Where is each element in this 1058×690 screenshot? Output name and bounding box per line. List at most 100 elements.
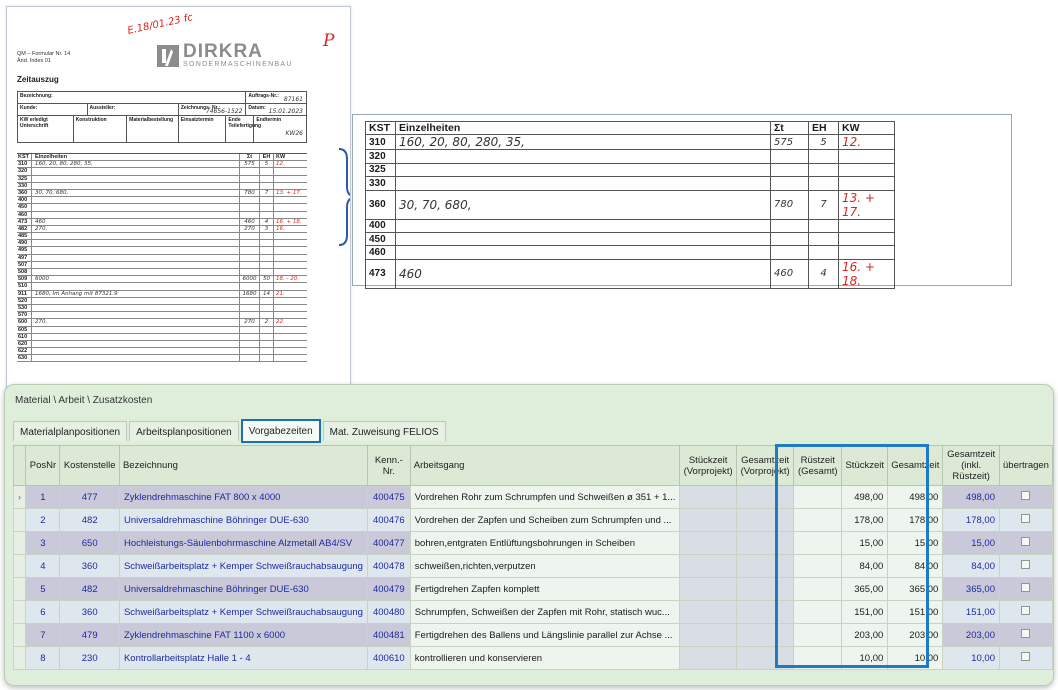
- cell-posnr[interactable]: 7: [25, 623, 61, 647]
- col-bezeichnung[interactable]: Bezeichnung: [118, 445, 368, 486]
- cell-gesamtzeit[interactable]: 84,00: [887, 554, 944, 578]
- uebertragen-checkbox[interactable]: [1021, 583, 1031, 592]
- cell-posnr[interactable]: 4: [25, 554, 61, 578]
- cell-uebertragen[interactable]: [998, 554, 1053, 578]
- tab-materialplanpositionen[interactable]: Materialplanpositionen: [13, 421, 128, 441]
- cell-stueckzeit-vorprojekt[interactable]: [679, 485, 737, 509]
- cell-gesamtzeit-inkl-ruestzeit[interactable]: 84,00: [942, 554, 1000, 578]
- cell-gesamtzeit-vorprojekt[interactable]: [735, 623, 795, 647]
- cell-posnr[interactable]: 6: [25, 600, 61, 624]
- table-row[interactable]: 6 360 Schweißarbeitsplatz + Kemper Schweiß…: [12, 600, 1053, 624]
- cell-gesamtzeit-inkl-ruestzeit[interactable]: 178,00: [942, 508, 1000, 532]
- cell-posnr[interactable]: 1: [25, 485, 61, 509]
- cell-kostenstelle[interactable]: 482: [59, 508, 120, 532]
- row-indicator[interactable]: [12, 623, 27, 647]
- cell-kenn-nr[interactable]: 400481: [366, 623, 411, 647]
- cell-bezeichnung[interactable]: Zyklendrehmaschine FAT 800 x 4000: [118, 485, 368, 509]
- uebertragen-checkbox[interactable]: [1021, 629, 1031, 638]
- cell-gesamtzeit[interactable]: 15,00: [887, 531, 944, 555]
- cell-posnr[interactable]: 5: [25, 577, 61, 601]
- cell-kostenstelle[interactable]: 477: [59, 485, 120, 509]
- cell-arbeitsgang[interactable]: Fertigdrehen Zapfen komplett: [409, 577, 681, 601]
- cell-stueckzeit[interactable]: 498,00: [841, 485, 889, 509]
- cell-uebertragen[interactable]: [998, 623, 1053, 647]
- cell-kostenstelle[interactable]: 360: [59, 600, 120, 624]
- table-row[interactable]: 8 230 Kontrollarbeitsplatz Halle 1 - 4 4006…: [12, 646, 1053, 670]
- cell-gesamtzeit-vorprojekt[interactable]: [735, 577, 795, 601]
- cell-posnr[interactable]: 3: [25, 531, 61, 555]
- cell-ruestzeit-gesamt[interactable]: [793, 508, 843, 532]
- cell-gesamtzeit-inkl-ruestzeit[interactable]: 15,00: [942, 531, 1000, 555]
- cell-ruestzeit-gesamt[interactable]: [793, 485, 843, 509]
- cell-gesamtzeit-inkl-ruestzeit[interactable]: 151,00: [942, 600, 1000, 624]
- cell-stueckzeit-vorprojekt[interactable]: [679, 646, 737, 670]
- cell-bezeichnung[interactable]: Zyklendrehmaschine FAT 1100 x 6000: [118, 623, 368, 647]
- cell-kenn-nr[interactable]: 400478: [366, 554, 411, 578]
- cell-stueckzeit-vorprojekt[interactable]: [679, 531, 737, 555]
- cell-kenn-nr[interactable]: 400475: [366, 485, 411, 509]
- cell-gesamtzeit-vorprojekt[interactable]: [735, 646, 795, 670]
- cell-gesamtzeit-vorprojekt[interactable]: [735, 531, 795, 555]
- cell-gesamtzeit[interactable]: 10,00: [887, 646, 944, 670]
- table-row[interactable]: 5 482 Universaldrehmaschine Böhringer DUE-…: [12, 577, 1053, 601]
- cell-stueckzeit[interactable]: 203,00: [841, 623, 889, 647]
- uebertragen-checkbox[interactable]: [1021, 537, 1031, 546]
- cell-uebertragen[interactable]: [998, 508, 1053, 532]
- cell-gesamtzeit-inkl-ruestzeit[interactable]: 10,00: [942, 646, 1000, 670]
- uebertragen-checkbox[interactable]: [1021, 606, 1031, 615]
- cell-uebertragen[interactable]: [998, 485, 1053, 509]
- cell-stueckzeit[interactable]: 178,00: [841, 508, 889, 532]
- cell-arbeitsgang[interactable]: Vordrehen der Zapfen und Scheiben zum Sc…: [409, 508, 681, 532]
- col-uebertragen[interactable]: übertragen: [998, 445, 1053, 486]
- cell-stueckzeit-vorprojekt[interactable]: [679, 554, 737, 578]
- col-kostenstelle[interactable]: Kostenstelle: [59, 445, 120, 486]
- cell-kostenstelle[interactable]: 360: [59, 554, 120, 578]
- row-indicator[interactable]: [12, 508, 27, 532]
- table-row[interactable]: 3 650 Hochleistungs-Säulenbohrmaschine Alz…: [12, 531, 1053, 555]
- table-row[interactable]: 2 482 Universaldrehmaschine Böhringer DUE-…: [12, 508, 1053, 532]
- cell-ruestzeit-gesamt[interactable]: [793, 600, 843, 624]
- cell-uebertragen[interactable]: [998, 600, 1053, 624]
- col-arbeitsgang[interactable]: Arbeitsgang: [409, 445, 681, 486]
- cell-gesamtzeit-vorprojekt[interactable]: [735, 554, 795, 578]
- cell-stueckzeit-vorprojekt[interactable]: [679, 577, 737, 601]
- cell-bezeichnung[interactable]: Universaldrehmaschine Böhringer DUE-630: [118, 577, 368, 601]
- row-indicator[interactable]: [12, 577, 27, 601]
- row-indicator[interactable]: [12, 646, 27, 670]
- cell-stueckzeit[interactable]: 15,00: [841, 531, 889, 555]
- col-gesamtzeit[interactable]: Gesamtzeit: [887, 445, 944, 486]
- cell-gesamtzeit[interactable]: 151,00: [887, 600, 944, 624]
- cell-bezeichnung[interactable]: Kontrollarbeitsplatz Halle 1 - 4: [118, 646, 368, 670]
- cell-stueckzeit-vorprojekt[interactable]: [679, 623, 737, 647]
- cell-bezeichnung[interactable]: Hochleistungs-Säulenbohrmaschine Alzmeta…: [118, 531, 368, 555]
- col-kenn-nr[interactable]: Kenn.-Nr.: [366, 445, 411, 486]
- col-stueckzeit[interactable]: Stückzeit: [841, 445, 889, 486]
- cell-ruestzeit-gesamt[interactable]: [793, 577, 843, 601]
- row-indicator[interactable]: [12, 531, 27, 555]
- cell-bezeichnung[interactable]: Schweißarbeitsplatz + Kemper Schweißrauc…: [118, 554, 368, 578]
- table-row[interactable]: › 1 477 Zyklendrehmaschine FAT 800 x 4000 40…: [12, 485, 1053, 509]
- cell-gesamtzeit[interactable]: 203,00: [887, 623, 944, 647]
- table-row[interactable]: 7 479 Zyklendrehmaschine FAT 1100 x 6000 40…: [12, 623, 1053, 647]
- cell-kenn-nr[interactable]: 400476: [366, 508, 411, 532]
- cell-kostenstelle[interactable]: 230: [59, 646, 120, 670]
- col-posnr[interactable]: PosNr: [25, 445, 61, 486]
- cell-stueckzeit[interactable]: 365,00: [841, 577, 889, 601]
- col-gesamtzeit-inkl-ruestzeit[interactable]: Gesamtzeit (inkl. Rüstzeit): [942, 445, 1000, 486]
- col-ruestzeit-gesamt[interactable]: Rüstzeit (Gesamt): [793, 445, 843, 486]
- uebertragen-checkbox[interactable]: [1021, 514, 1031, 523]
- tab-arbeitsplanpositionen[interactable]: Arbeitsplanpositionen: [129, 421, 239, 441]
- row-indicator[interactable]: [12, 600, 27, 624]
- cell-ruestzeit-gesamt[interactable]: [793, 623, 843, 647]
- cell-gesamtzeit[interactable]: 365,00: [887, 577, 944, 601]
- cell-kostenstelle[interactable]: 482: [59, 577, 120, 601]
- cell-kenn-nr[interactable]: 400480: [366, 600, 411, 624]
- cell-bezeichnung[interactable]: Schweißarbeitsplatz + Kemper Schweißrauc…: [118, 600, 368, 624]
- cell-stueckzeit[interactable]: 151,00: [841, 600, 889, 624]
- uebertragen-checkbox[interactable]: [1021, 560, 1031, 569]
- tab-vorgabezeiten[interactable]: Vorgabezeiten: [240, 419, 321, 443]
- cell-arbeitsgang[interactable]: Schrumpfen, Schweißen der Zapfen mit Roh…: [409, 600, 681, 624]
- cell-arbeitsgang[interactable]: kontrollieren und konservieren: [409, 646, 681, 670]
- cell-arbeitsgang[interactable]: schweißen,richten,verputzen: [409, 554, 681, 578]
- cell-posnr[interactable]: 2: [25, 508, 61, 532]
